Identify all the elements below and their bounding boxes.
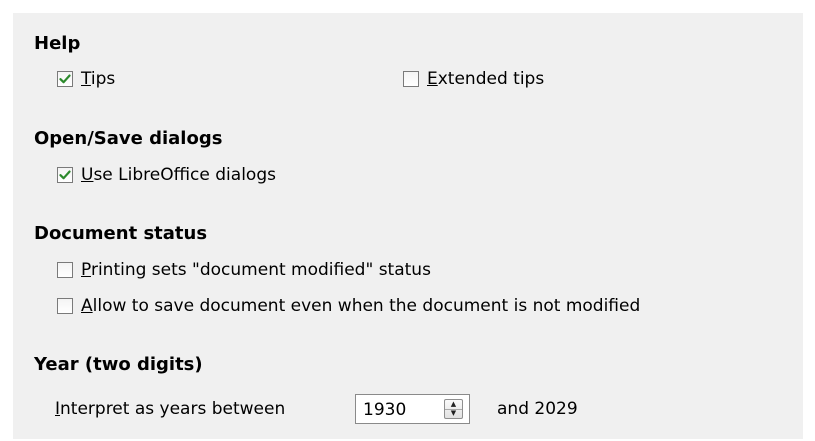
year-input[interactable] [363, 399, 433, 420]
printing-sets-modified-option[interactable]: Printing sets "document modified" status [57, 258, 431, 282]
year-range-end-label: and 2029 [497, 399, 578, 419]
use-libreoffice-dialogs-label: Use LibreOffice dialogs [81, 165, 276, 185]
year-spin-buttons[interactable]: ▲ ▼ [444, 399, 463, 419]
allow-save-unmodified-checkbox[interactable] [57, 298, 73, 314]
arrow-up-icon[interactable]: ▲ [445, 400, 462, 410]
tips-label: Tips [81, 69, 116, 89]
printing-sets-modified-checkbox[interactable] [57, 262, 73, 278]
extended-tips-label: Extended tips [427, 69, 545, 89]
checkmark-icon [59, 74, 71, 84]
use-libreoffice-dialogs-checkbox[interactable] [57, 167, 73, 183]
document-status-heading: Document status [34, 223, 208, 244]
help-heading: Help [34, 33, 81, 54]
use-libreoffice-dialogs-option[interactable]: Use LibreOffice dialogs [57, 163, 276, 187]
checkmark-icon [59, 170, 71, 180]
extended-tips-checkbox[interactable] [403, 71, 419, 87]
extended-tips-option[interactable]: Extended tips [403, 67, 544, 91]
allow-save-unmodified-label: Allow to save document even when the doc… [81, 296, 641, 316]
year-row: Interpret as years between ▲ ▼ and 2029 [55, 394, 578, 424]
open-save-heading: Open/Save dialogs [34, 128, 223, 149]
year-spinbox[interactable]: ▲ ▼ [355, 394, 470, 424]
tips-option[interactable]: Tips [57, 67, 115, 91]
printing-sets-modified-label: Printing sets "document modified" status [81, 260, 431, 280]
allow-save-unmodified-option[interactable]: Allow to save document even when the doc… [57, 294, 640, 318]
interpret-years-label: Interpret as years between [55, 399, 286, 419]
year-heading: Year (two digits) [34, 354, 203, 375]
tips-checkbox[interactable] [57, 71, 73, 87]
arrow-down-icon[interactable]: ▼ [445, 410, 462, 419]
